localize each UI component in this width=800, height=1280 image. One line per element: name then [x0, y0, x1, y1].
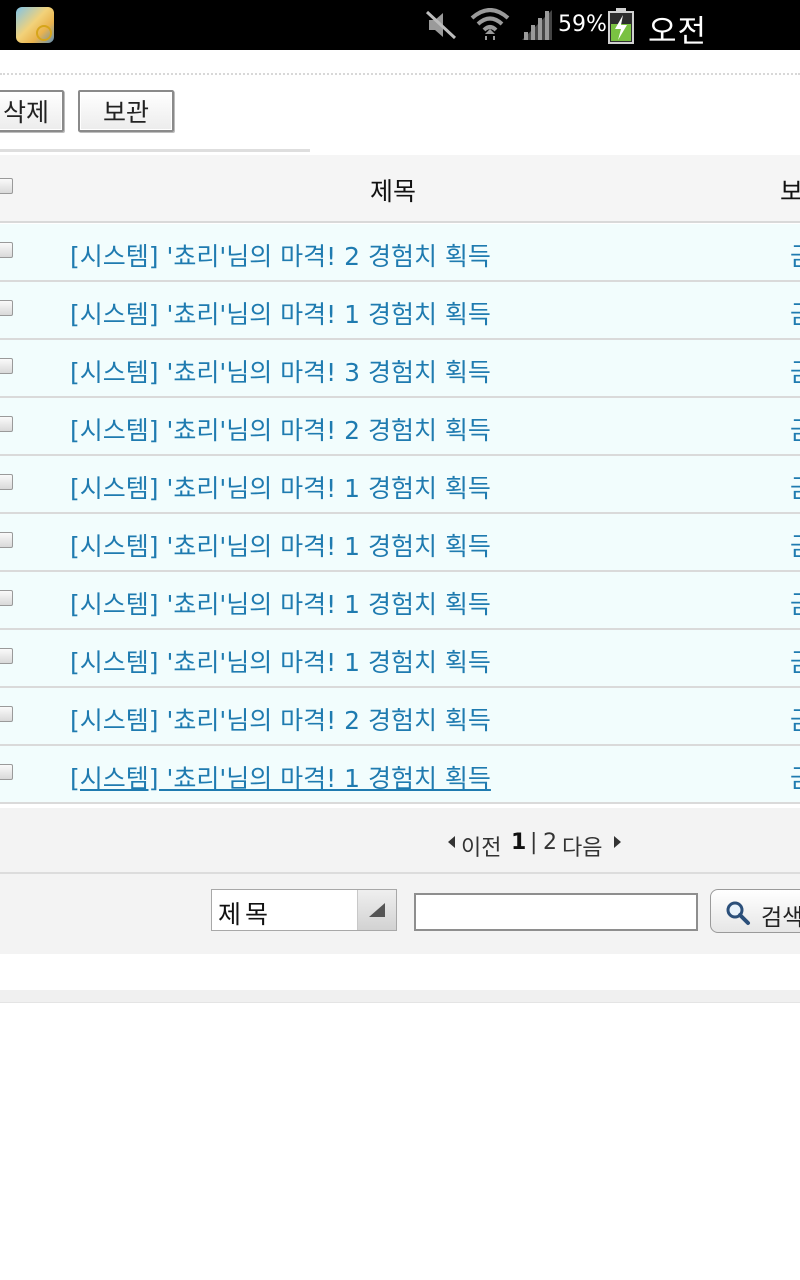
- mute-icon: [425, 10, 457, 40]
- select-all-checkbox[interactable]: [0, 178, 13, 194]
- row-right-cell: 금: [790, 411, 800, 447]
- next-page-link[interactable]: 다음: [562, 830, 602, 862]
- row-right-cell: 금: [790, 585, 800, 621]
- select-arrow[interactable]: [357, 890, 396, 930]
- row-checkbox[interactable]: [0, 474, 13, 490]
- search-input[interactable]: [414, 893, 698, 931]
- page-separator: |: [530, 830, 538, 855]
- row-checkbox[interactable]: [0, 764, 13, 780]
- message-title-link[interactable]: [시스템] '쵸리'님의 마격! 1 경험치 획득: [70, 759, 491, 795]
- footer-divider: [0, 990, 800, 1003]
- row-checkbox[interactable]: [0, 590, 13, 606]
- status-bar: 59% 오전 12:14: [0, 0, 800, 87]
- message-title-link[interactable]: [시스템] '쵸리'님의 마격! 1 경험치 획득: [70, 585, 491, 621]
- row-checkbox[interactable]: [0, 358, 13, 374]
- prev-page-link[interactable]: 이전: [461, 830, 501, 862]
- row-checkbox[interactable]: [0, 416, 13, 432]
- row-checkbox[interactable]: [0, 242, 13, 258]
- pagination: 이전 1 | 2 다음: [0, 808, 800, 874]
- table-row: [시스템] '쵸리'님의 마격! 3 경험치 획득 금: [0, 340, 800, 398]
- archive-button[interactable]: 보관: [78, 90, 174, 132]
- table-row: [시스템] '쵸리'님의 마격! 2 경험치 획득 금: [0, 224, 800, 282]
- next-arrow-icon[interactable]: [613, 836, 621, 848]
- message-title-link[interactable]: [시스템] '쵸리'님의 마격! 2 경험치 획득: [70, 701, 491, 737]
- dotted-divider: [0, 73, 800, 75]
- delete-button[interactable]: 삭제: [0, 90, 64, 132]
- message-title-link[interactable]: [시스템] '쵸리'님의 마격! 1 경험치 획득: [70, 295, 491, 331]
- search-icon: [726, 901, 750, 925]
- search-bar: 제목 검색: [0, 874, 800, 954]
- toolbar-divider: [0, 149, 310, 152]
- row-right-cell: 금: [790, 643, 800, 679]
- table-row: [시스템] '쵸리'님의 마격! 1 경험치 획득 금: [0, 456, 800, 514]
- select-value: 제목: [218, 900, 273, 929]
- search-button[interactable]: 검색: [710, 889, 800, 933]
- table-row: [시스템] '쵸리'님의 마격! 1 경험치 획득 금: [0, 630, 800, 688]
- table-row: [시스템] '쵸리'님의 마격! 2 경험치 획득 금: [0, 398, 800, 456]
- table-row: [시스템] '쵸리'님의 마격! 1 경험치 획득 금: [0, 514, 800, 572]
- table-row: [시스템] '쵸리'님의 마격! 1 경험치 획득 금: [0, 572, 800, 630]
- message-title-link[interactable]: [시스템] '쵸리'님의 마격! 2 경험치 획득: [70, 237, 491, 273]
- table-row: [시스템] '쵸리'님의 마격! 2 경험치 획득 금: [0, 688, 800, 746]
- message-title-link[interactable]: [시스템] '쵸리'님의 마격! 2 경험치 획득: [70, 411, 491, 447]
- wifi-icon: [470, 8, 510, 40]
- row-right-cell: 금: [790, 701, 800, 737]
- table-row: [시스템] '쵸리'님의 마격! 1 경험치 획득 금: [0, 282, 800, 340]
- row-right-cell: 금: [790, 353, 800, 389]
- row-right-cell: 금: [790, 759, 800, 795]
- search-field-select[interactable]: 제목: [211, 889, 397, 931]
- row-right-cell: 금: [790, 469, 800, 505]
- row-checkbox[interactable]: [0, 706, 13, 722]
- page-2-link[interactable]: 2: [543, 830, 557, 855]
- table-row: [시스템] '쵸리'님의 마격! 1 경험치 획득 금: [0, 746, 800, 804]
- row-right-cell: 금: [790, 295, 800, 331]
- table-header: 제목 보: [0, 155, 800, 223]
- message-title-link[interactable]: [시스템] '쵸리'님의 마격! 1 경험치 획득: [70, 527, 491, 563]
- message-title-link[interactable]: [시스템] '쵸리'님의 마격! 3 경험치 획득: [70, 353, 491, 389]
- row-right-cell: 금: [790, 237, 800, 273]
- current-page: 1: [511, 830, 527, 855]
- battery-percent: 59%: [558, 12, 607, 37]
- search-button-label: 검색: [761, 905, 800, 931]
- app-icon: [16, 7, 54, 43]
- dropdown-triangle-icon: [369, 903, 385, 917]
- row-checkbox[interactable]: [0, 300, 13, 316]
- prev-arrow-icon[interactable]: [448, 836, 456, 848]
- column-header-title: 제목: [370, 177, 417, 206]
- row-checkbox[interactable]: [0, 532, 13, 548]
- signal-icon: [522, 10, 552, 40]
- row-checkbox[interactable]: [0, 648, 13, 664]
- message-title-link[interactable]: [시스템] '쵸리'님의 마격! 1 경험치 획득: [70, 643, 491, 679]
- row-right-cell: 금: [790, 527, 800, 563]
- message-title-link[interactable]: [시스템] '쵸리'님의 마격! 1 경험치 획득: [70, 469, 491, 505]
- battery-charging-icon: [608, 8, 634, 44]
- column-header-right: 보: [780, 177, 800, 206]
